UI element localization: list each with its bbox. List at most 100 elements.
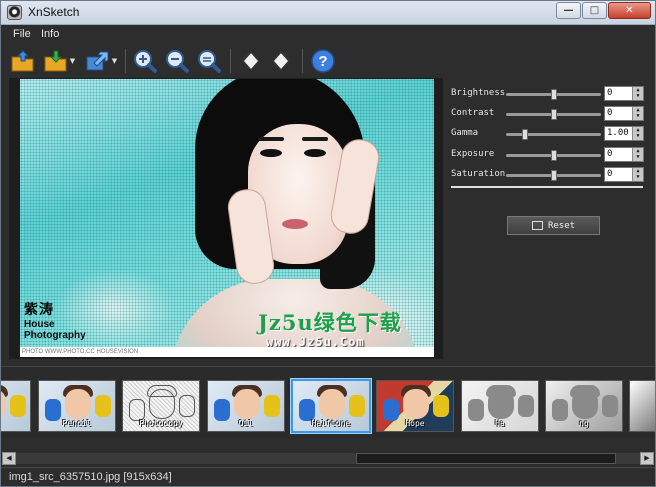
image-canvas[interactable]: 紫涛 House Photography Jz5u绿色下载 www.Jz5u.C… (9, 78, 443, 359)
toolbar-divider (302, 49, 303, 73)
status-bar: img1_src_6357510.jpg [915x634] (1, 467, 655, 486)
menu-file[interactable]: File (13, 28, 31, 40)
photo-logo: 紫涛 House Photography (24, 302, 86, 341)
brightness-spinbox[interactable]: 0 ▲ ▼ (604, 86, 644, 101)
rotate-right-icon (271, 50, 291, 72)
contrast-spinbox[interactable]: 0 ▲ ▼ (604, 106, 644, 121)
app-icon (7, 5, 22, 20)
effect-label: Pencil (62, 419, 92, 428)
saturation-slider[interactable] (506, 170, 601, 181)
effect-thumbnail[interactable]: Halftone (291, 379, 371, 433)
gamma-slider[interactable] (506, 129, 601, 140)
minimize-icon: — (563, 5, 574, 16)
saturation-label: Saturation (451, 169, 506, 179)
effect-thumbnail[interactable]: Pencil (38, 380, 116, 432)
maximize-icon: □ (589, 5, 600, 16)
effect-label: Halftone (311, 419, 351, 428)
slider-thumb[interactable] (522, 129, 529, 140)
window-controls: — □ ✕ (555, 2, 651, 19)
open-folder-icon (11, 50, 34, 72)
open-button[interactable] (9, 47, 37, 75)
export-button[interactable]: ▼ (83, 47, 119, 75)
slider-thumb[interactable] (550, 89, 557, 100)
spin-arrows-icon[interactable]: ▲ ▼ (632, 87, 643, 100)
contrast-row: Contrast 0 ▲ ▼ (451, 106, 651, 122)
saturation-spinbox[interactable]: 0 ▲ ▼ (604, 167, 644, 182)
brightness-label: Brightness (451, 88, 506, 98)
brightness-slider[interactable] (506, 89, 601, 100)
exposure-row: Exposure 0 ▲ ▼ (451, 147, 651, 163)
slider-thumb[interactable] (550, 150, 557, 161)
exposure-slider[interactable] (506, 150, 601, 161)
effect-thumbnail[interactable]: ng (545, 380, 623, 432)
scroll-thumb[interactable] (356, 453, 616, 464)
menu-info[interactable]: Info (41, 28, 59, 40)
help-button[interactable]: ? (309, 47, 337, 75)
slider-thumb[interactable] (550, 109, 557, 120)
menu-bar: File Info (1, 25, 655, 45)
gamma-label: Gamma (451, 128, 479, 138)
effect-label: Photocopy (139, 419, 183, 428)
contrast-label: Contrast (451, 108, 495, 118)
scroll-track[interactable] (16, 453, 640, 464)
zoom-in-icon (134, 50, 157, 73)
spin-arrows-icon[interactable]: ▲ ▼ (632, 127, 643, 140)
rotate-left-icon (241, 50, 261, 72)
effects-strip: l Pencil Photocopy Oil Halftone Hope Ha ng (1, 366, 655, 438)
spin-arrows-icon[interactable]: ▲ ▼ (632, 107, 643, 120)
saturation-row: Saturation 0 ▲ ▼ (451, 167, 651, 183)
svg-text:?: ? (318, 53, 327, 70)
zoom-out-button[interactable] (163, 47, 191, 75)
spin-arrows-icon[interactable]: ▲ ▼ (632, 148, 643, 161)
reset-icon (531, 221, 543, 230)
horizontal-scrollbar[interactable]: ◀ ▶ (1, 451, 655, 466)
gamma-row: Gamma 1.00 ▲ ▼ (451, 126, 651, 142)
spin-arrows-icon[interactable]: ▲ ▼ (632, 168, 643, 181)
scroll-right-icon[interactable]: ▶ (640, 452, 654, 465)
close-button[interactable]: ✕ (608, 2, 651, 19)
effect-thumbnail[interactable]: Ha (461, 380, 539, 432)
chevron-down-icon: ▼ (111, 57, 118, 65)
effect-thumbnail[interactable] (629, 380, 655, 432)
gamma-spinbox[interactable]: 1.00 ▲ ▼ (604, 126, 644, 141)
help-icon: ? (311, 49, 335, 73)
photo-caption: PHOTO WWW.PHOTO.CC HOUSEVISION (20, 347, 434, 357)
export-icon (86, 51, 109, 71)
effect-thumbnail[interactable]: Hope (376, 380, 454, 432)
effects-thumbnails: l Pencil Photocopy Oil Halftone Hope Ha ng (1, 367, 655, 439)
contrast-slider[interactable] (506, 109, 601, 120)
effect-label: Oil (238, 419, 254, 428)
rotate-right-button[interactable] (267, 47, 295, 75)
panel-divider (451, 186, 643, 188)
effect-label: ng (579, 419, 589, 428)
exposure-spinbox[interactable]: 0 ▲ ▼ (604, 147, 644, 162)
effect-thumbnail[interactable]: Oil (207, 380, 285, 432)
save-button[interactable]: ▼ (41, 47, 77, 75)
adjustments-panel: Brightness 0 ▲ ▼ Contrast 0 ▲ ▼ Gamma 1.00 ▲ ▼… (445, 78, 655, 359)
minimize-button[interactable]: — (556, 2, 581, 19)
maximize-button[interactable]: □ (582, 2, 607, 19)
effect-thumbnail[interactable]: Photocopy (122, 380, 200, 432)
status-text: img1_src_6357510.jpg [915x634] (9, 471, 172, 483)
close-icon: ✕ (625, 5, 634, 16)
exposure-label: Exposure (451, 149, 495, 159)
zoom-fit-button[interactable] (195, 47, 223, 75)
title-bar[interactable]: XnSketch — □ ✕ (1, 1, 655, 25)
zoom-out-icon (166, 50, 189, 73)
save-icon (44, 50, 67, 72)
effect-label: Hope (405, 419, 425, 428)
toolbar: ▼ ▼ ? (1, 45, 655, 77)
reset-button[interactable]: Reset (507, 216, 600, 235)
slider-thumb[interactable] (550, 170, 557, 181)
app-window: XnSketch — □ ✕ File Info ▼ ▼ ? 紫涛 House … (0, 0, 656, 487)
window-title: XnSketch (28, 5, 80, 19)
toolbar-divider (125, 49, 126, 73)
rotate-left-button[interactable] (237, 47, 265, 75)
toolbar-divider (230, 49, 231, 73)
effect-label: l (1, 419, 30, 428)
zoom-in-button[interactable] (131, 47, 159, 75)
brightness-row: Brightness 0 ▲ ▼ (451, 86, 651, 102)
scroll-left-icon[interactable]: ◀ (2, 452, 16, 465)
effect-thumbnail[interactable]: l (1, 380, 31, 432)
effect-label: Ha (495, 419, 505, 428)
